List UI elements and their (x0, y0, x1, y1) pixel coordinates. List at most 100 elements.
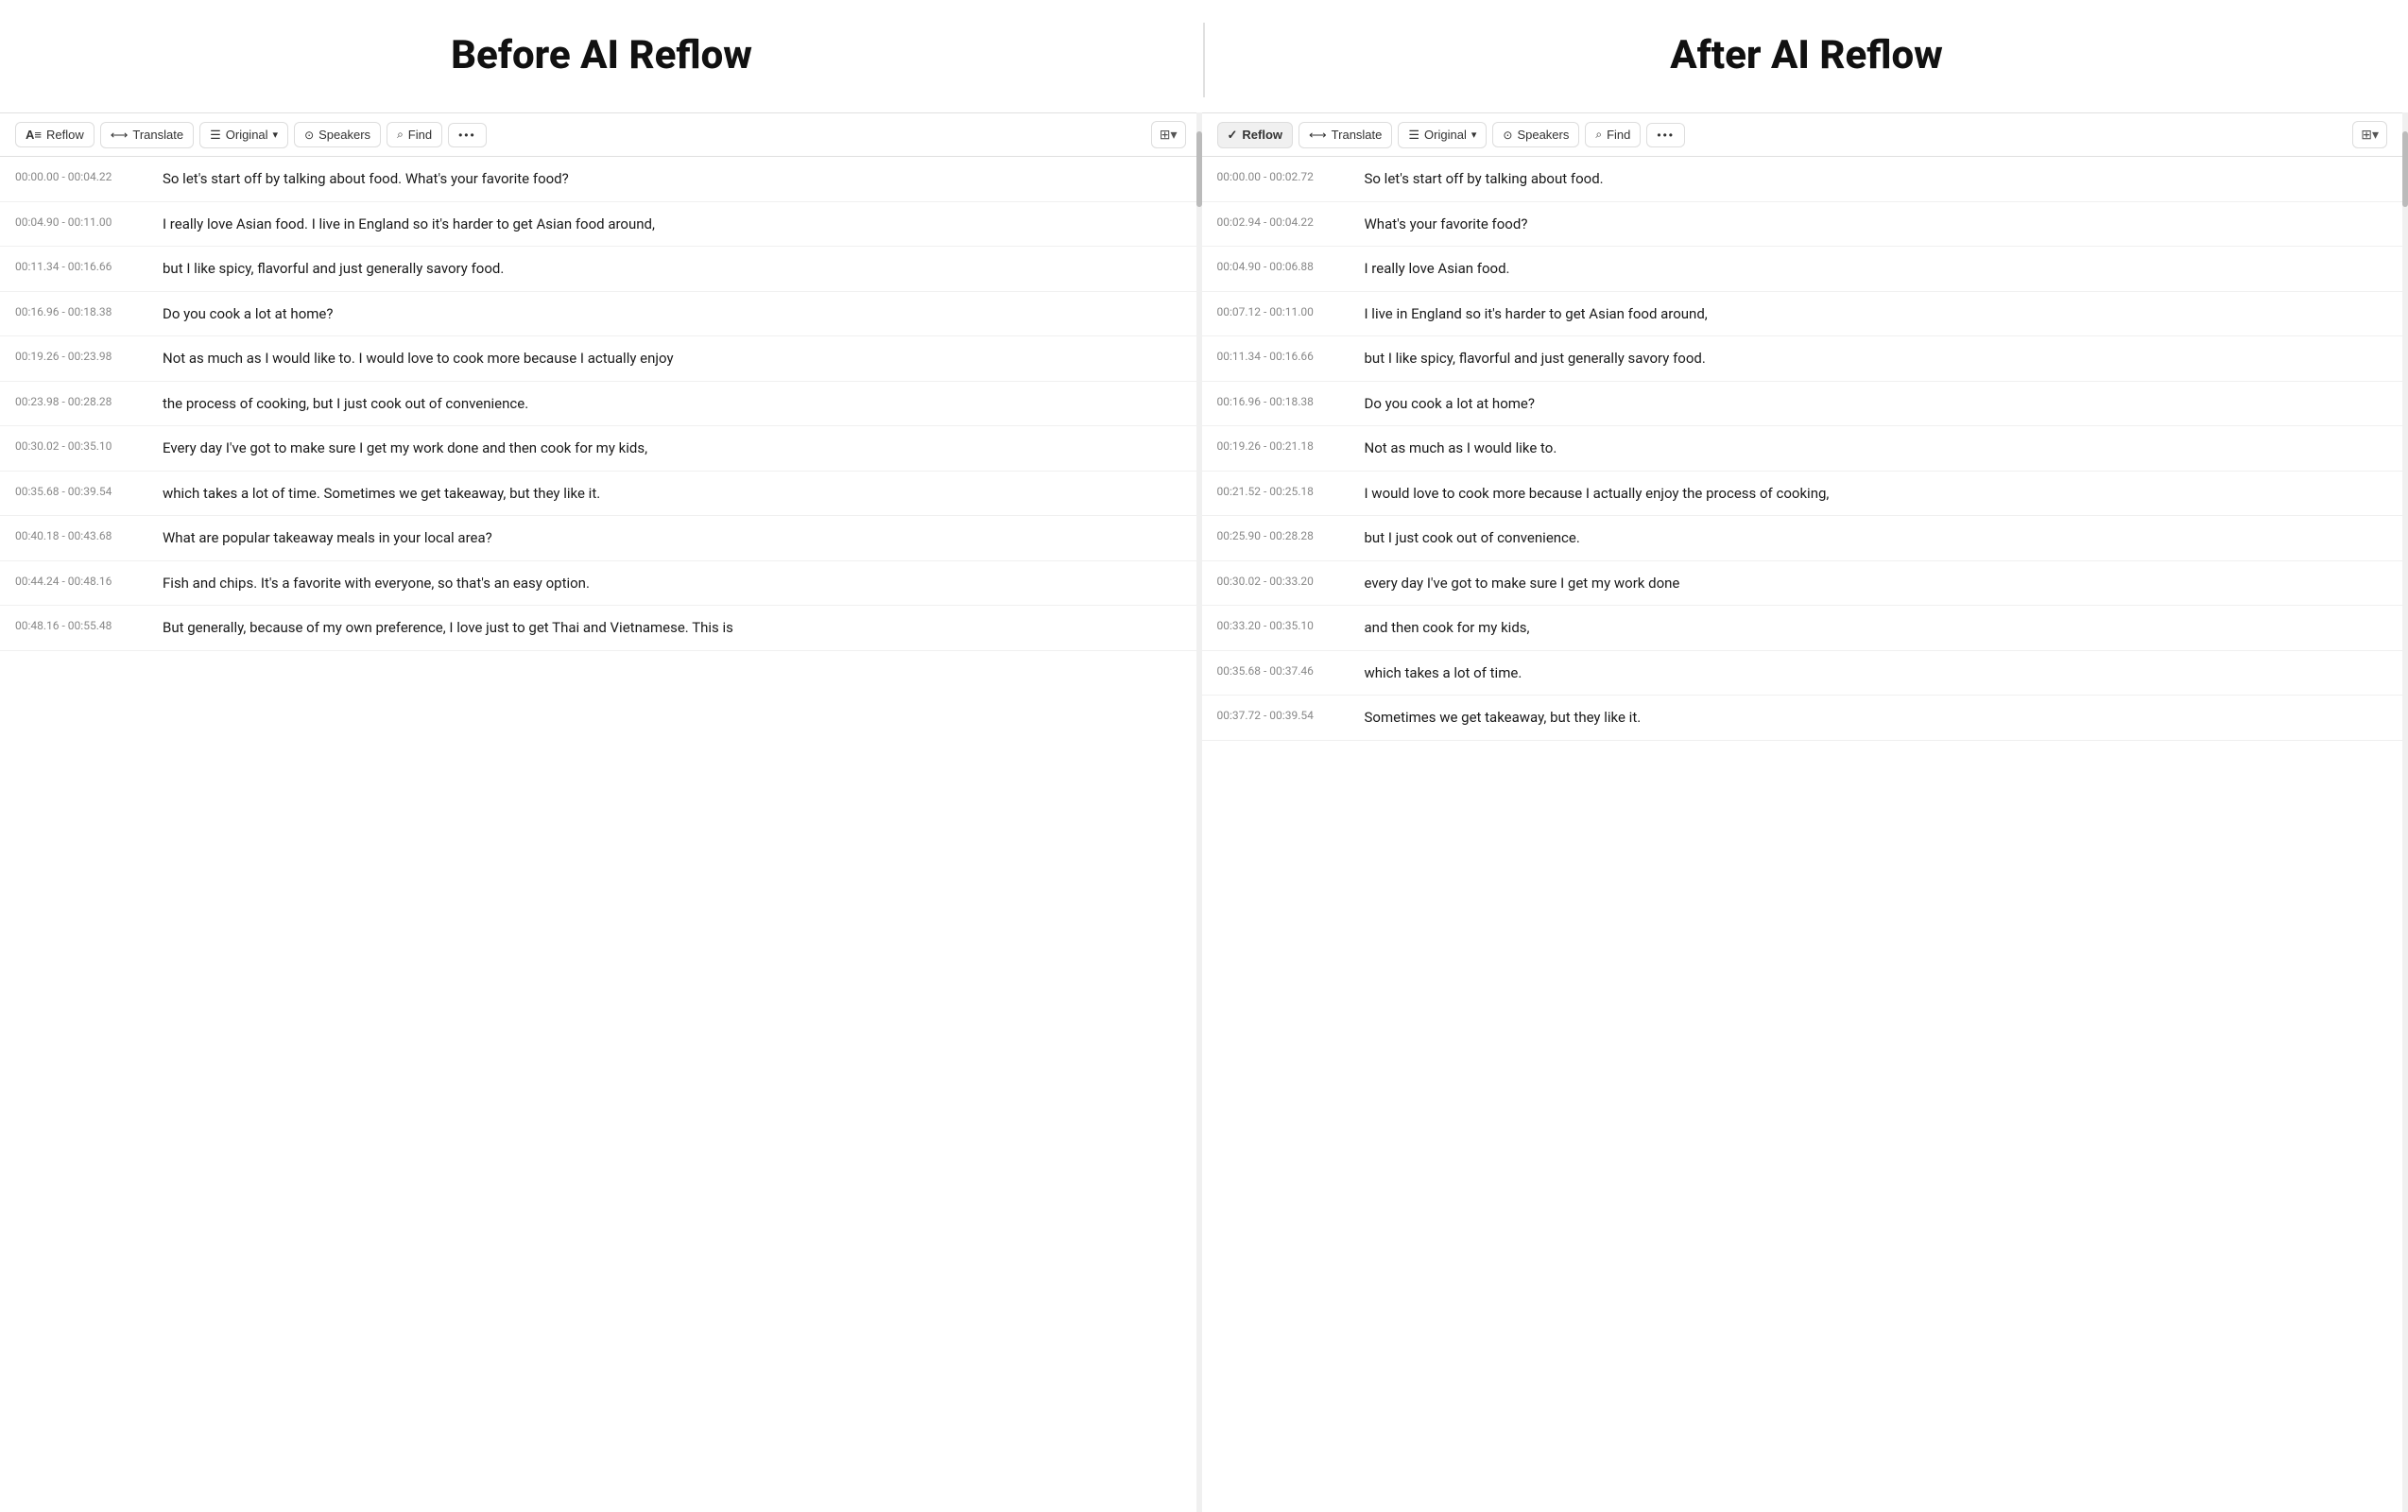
after-column: ✓ Reflow ⟷ Translate ☰ Original ▾ ⊙ Spea… (1202, 112, 2403, 1512)
before-original-label: Original (226, 128, 268, 142)
after-toolbar: ✓ Reflow ⟷ Translate ☰ Original ▾ ⊙ Spea… (1202, 112, 2403, 157)
timestamp: 00:35.68 - 00:39.54 (15, 483, 147, 498)
timestamp: 00:23.98 - 00:28.28 (15, 393, 147, 408)
table-row: 00:37.72 - 00:39.54 Sometimes we get tak… (1202, 696, 2403, 741)
find-icon: ⌕ (397, 128, 404, 142)
before-translate-label: Translate (132, 128, 183, 142)
columns-container: A≡ Reflow ⟷ Translate ☰ Original ▾ ⊙ Spe… (0, 112, 2408, 1512)
transcript-text: Do you cook a lot at home? (163, 303, 1186, 325)
before-find-btn[interactable]: ⌕ Find (387, 122, 442, 147)
table-row: 00:40.18 - 00:43.68 What are popular tak… (0, 516, 1201, 561)
table-row: 00:19.26 - 00:21.18 Not as much as I wou… (1202, 426, 2403, 472)
timestamp: 00:21.52 - 00:25.18 (1217, 483, 1350, 498)
timestamp: 00:40.18 - 00:43.68 (15, 527, 147, 542)
timestamp: 00:19.26 - 00:23.98 (15, 348, 147, 363)
before-original-btn[interactable]: ☰ Original ▾ (199, 122, 288, 148)
before-speakers-btn[interactable]: ⊙ Speakers (294, 122, 381, 147)
before-translate-btn[interactable]: ⟷ Translate (100, 122, 194, 148)
timestamp: 00:04.90 - 00:06.88 (1217, 258, 1350, 273)
before-layout-btn[interactable]: ⊞▾ (1151, 121, 1186, 148)
after-scrollbar-thumb[interactable] (2402, 131, 2408, 207)
timestamp: 00:00.00 - 00:02.72 (1217, 168, 1350, 183)
speakers-icon-2: ⊙ (1503, 129, 1512, 142)
timestamp: 00:33.20 - 00:35.10 (1217, 617, 1350, 632)
after-translate-btn[interactable]: ⟷ Translate (1299, 122, 1392, 148)
before-speakers-label: Speakers (318, 128, 370, 142)
transcript-text: which takes a lot of time. (1365, 662, 2388, 684)
reflow-icon: A≡ (26, 128, 42, 142)
table-row: 00:04.90 - 00:06.88 I really love Asian … (1202, 247, 2403, 292)
before-reflow-label: Reflow (46, 128, 84, 142)
table-row: 00:35.68 - 00:39.54 which takes a lot of… (0, 472, 1201, 517)
after-reflow-btn[interactable]: ✓ Reflow (1217, 122, 1294, 148)
transcript-text: I really love Asian food. (1365, 258, 2388, 280)
table-row: 00:11.34 - 00:16.66 but I like spicy, fl… (0, 247, 1201, 292)
timestamp: 00:30.02 - 00:35.10 (15, 438, 147, 453)
table-row: 00:33.20 - 00:35.10 and then cook for my… (1202, 606, 2403, 651)
timestamp: 00:48.16 - 00:55.48 (15, 617, 147, 632)
timestamp: 00:44.24 - 00:48.16 (15, 573, 147, 588)
timestamp: 00:07.12 - 00:11.00 (1217, 303, 1350, 318)
after-find-btn[interactable]: ⌕ Find (1585, 122, 1641, 147)
after-scrollbar-track[interactable] (2402, 112, 2408, 1512)
translate-icon-2: ⟷ (1309, 128, 1327, 143)
timestamp: 00:04.90 - 00:11.00 (15, 214, 147, 229)
column-divider (1201, 112, 1202, 1512)
transcript-text: I really love Asian food. I live in Engl… (163, 214, 1186, 235)
before-scrollbar-track[interactable] (1196, 112, 1202, 1512)
table-row: 00:23.98 - 00:28.28 the process of cooki… (0, 382, 1201, 427)
layout-icon: ⊞▾ (1160, 127, 1178, 143)
after-original-label: Original (1424, 128, 1467, 142)
transcript-text: Not as much as I would like to. I would … (163, 348, 1186, 369)
find-icon-2: ⌕ (1595, 128, 1602, 142)
transcript-text: I live in England so it's harder to get … (1365, 303, 2388, 325)
more-icon: ••• (458, 129, 476, 142)
page: Before AI Reflow After AI Reflow A≡ Refl… (0, 0, 2408, 1512)
transcript-text: every day I've got to make sure I get my… (1365, 573, 2388, 594)
original-icon: ☰ (210, 128, 221, 143)
transcript-text: but I just cook out of convenience. (1365, 527, 2388, 549)
table-row: 00:48.16 - 00:55.48 But generally, becau… (0, 606, 1201, 651)
after-more-btn[interactable]: ••• (1646, 123, 1685, 147)
transcript-text: which takes a lot of time. Sometimes we … (163, 483, 1186, 505)
before-transcript-list: 00:00.00 - 00:04.22 So let's start off b… (0, 157, 1201, 1512)
layout-icon-2: ⊞▾ (2361, 127, 2379, 143)
transcript-text: Every day I've got to make sure I get my… (163, 438, 1186, 459)
header-row: Before AI Reflow After AI Reflow (0, 0, 2408, 112)
transcript-text: the process of cooking, but I just cook … (163, 393, 1186, 415)
after-reflow-label: Reflow (1242, 128, 1282, 142)
table-row: 00:16.96 - 00:18.38 Do you cook a lot at… (0, 292, 1201, 337)
before-find-label: Find (408, 128, 432, 142)
transcript-text: Fish and chips. It's a favorite with eve… (163, 573, 1186, 594)
before-title: Before AI Reflow (0, 23, 1203, 97)
transcript-text: and then cook for my kids, (1365, 617, 2388, 639)
table-row: 00:30.02 - 00:33.20 every day I've got t… (1202, 561, 2403, 607)
timestamp: 00:16.96 - 00:18.38 (1217, 393, 1350, 408)
timestamp: 00:11.34 - 00:16.66 (15, 258, 147, 273)
before-reflow-btn[interactable]: A≡ Reflow (15, 122, 95, 147)
timestamp: 00:19.26 - 00:21.18 (1217, 438, 1350, 453)
before-column: A≡ Reflow ⟷ Translate ☰ Original ▾ ⊙ Spe… (0, 112, 1201, 1512)
transcript-text: So let's start off by talking about food… (1365, 168, 2388, 190)
transcript-text: but I like spicy, flavorful and just gen… (163, 258, 1186, 280)
chevron-down-icon: ▾ (273, 129, 279, 141)
after-layout-btn[interactable]: ⊞▾ (2352, 121, 2387, 148)
after-translate-label: Translate (1332, 128, 1383, 142)
original-icon-2: ☰ (1408, 128, 1419, 143)
table-row: 00:00.00 - 00:02.72 So let's start off b… (1202, 157, 2403, 202)
transcript-text: But generally, because of my own prefere… (163, 617, 1186, 639)
more-icon-2: ••• (1657, 129, 1675, 142)
after-speakers-btn[interactable]: ⊙ Speakers (1492, 122, 1579, 147)
transcript-text: What are popular takeaway meals in your … (163, 527, 1186, 549)
table-row: 00:07.12 - 00:11.00 I live in England so… (1202, 292, 2403, 337)
timestamp: 00:25.90 - 00:28.28 (1217, 527, 1350, 542)
timestamp: 00:35.68 - 00:37.46 (1217, 662, 1350, 678)
timestamp: 00:16.96 - 00:18.38 (15, 303, 147, 318)
before-more-btn[interactable]: ••• (448, 123, 487, 147)
timestamp: 00:02.94 - 00:04.22 (1217, 214, 1350, 229)
after-original-btn[interactable]: ☰ Original ▾ (1398, 122, 1487, 148)
transcript-text: but I like spicy, flavorful and just gen… (1365, 348, 2388, 369)
before-toolbar: A≡ Reflow ⟷ Translate ☰ Original ▾ ⊙ Spe… (0, 112, 1201, 157)
table-row: 00:44.24 - 00:48.16 Fish and chips. It's… (0, 561, 1201, 607)
after-find-label: Find (1607, 128, 1630, 142)
